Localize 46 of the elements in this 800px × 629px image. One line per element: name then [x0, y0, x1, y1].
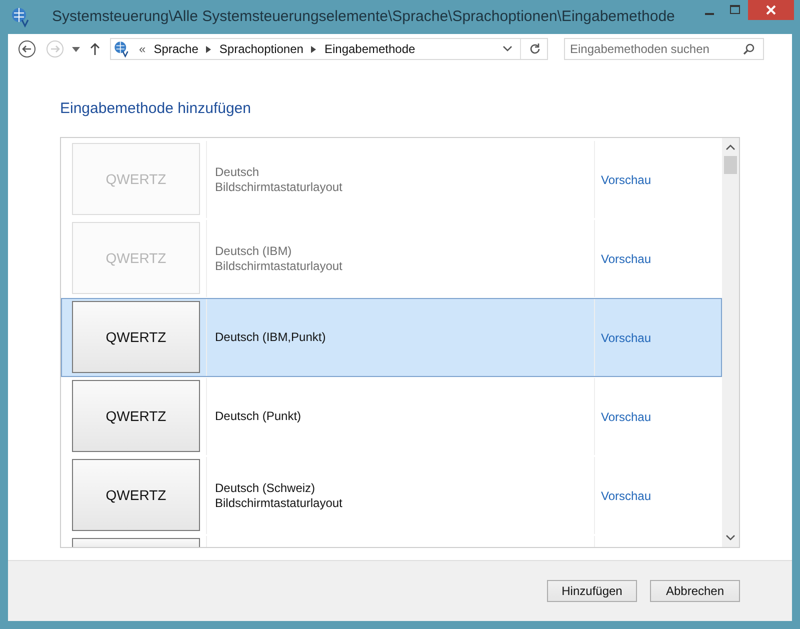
- globe-icon: [113, 40, 131, 58]
- close-icon: [766, 5, 776, 15]
- method-row[interactable]: QWERTZ Deutsch (IBM,Punkt) Vorschau: [61, 298, 722, 377]
- maximize-icon: [730, 5, 740, 15]
- scrollbar-thumb[interactable]: [724, 156, 737, 174]
- overflow-chevron[interactable]: «: [139, 42, 146, 56]
- method-name: Deutsch (IBM,Punkt): [215, 330, 327, 345]
- method-name: Bildschirmtastaturlayout: [215, 180, 344, 194]
- breadcrumb-arrow-icon[interactable]: [311, 46, 316, 52]
- keyboard-preview: QWERTZ: [72, 143, 200, 215]
- method-name: Bildschirmtastaturlayout: [215, 496, 344, 510]
- refresh-icon[interactable]: [529, 43, 541, 55]
- method-row[interactable]: QWERTZ Deutsch (Punkt) Vorschau: [61, 377, 722, 456]
- minimize-icon: [704, 12, 714, 14]
- scroll-up-icon[interactable]: [726, 144, 735, 150]
- breadcrumb-arrow-icon[interactable]: [206, 46, 212, 52]
- breadcrumb[interactable]: Sprache: [154, 42, 198, 56]
- method-name: Deutsch: [215, 164, 260, 180]
- up-arrow-icon[interactable]: [90, 43, 100, 55]
- close-button[interactable]: [748, 0, 794, 20]
- method-name: Bildschirmtastaturlayout: [215, 258, 344, 274]
- scrollbar[interactable]: [722, 138, 739, 547]
- preview-link[interactable]: Vorschau: [601, 488, 652, 502]
- scroll-down-icon[interactable]: [726, 535, 735, 541]
- window-title: Systemsteuerung\Alle Systemsteuerungselemente\Sprache\Sprachoptionen\Eingabemethode: [52, 8, 676, 25]
- search-icon: [743, 43, 755, 55]
- dropdown-chevron-icon[interactable]: [503, 46, 512, 52]
- page-heading: Eingabemethode hinzufügen: [60, 100, 252, 117]
- dialog-button[interactable]: Hinzufügen: [547, 580, 637, 602]
- breadcrumb[interactable]: Sprachoptionen: [219, 42, 304, 56]
- keyboard-preview: QWERTZ: [72, 222, 200, 294]
- keyboard-preview: QWERTZ: [72, 459, 200, 531]
- preview-link[interactable]: Vorschau: [601, 330, 652, 344]
- method-name: Deutsch (Punkt): [215, 409, 302, 424]
- keyboard-preview: QWERTZ: [72, 380, 200, 452]
- dialog-button[interactable]: Abbrechen: [650, 580, 740, 602]
- search-field[interactable]: Eingabemethoden suchen: [564, 38, 764, 60]
- dropdown-caret-icon[interactable]: [72, 46, 80, 52]
- method-row[interactable]: QWERTZ Deutsch (Schweiz) Bildschirmtastaturlayout Vorschau: [61, 456, 722, 535]
- breadcrumb[interactable]: Eingabemethode: [324, 42, 416, 56]
- back-button[interactable]: [18, 40, 36, 58]
- preview-link[interactable]: Vorschau: [601, 410, 652, 424]
- method-name: Deutsch (Schweiz): [215, 480, 316, 496]
- method-name: Deutsch (IBM): [215, 244, 293, 258]
- keyboard-preview: QWERTZ: [72, 301, 200, 373]
- address-bar[interactable]: « Sprache Sprachoptionen Eingabemethode: [110, 38, 548, 60]
